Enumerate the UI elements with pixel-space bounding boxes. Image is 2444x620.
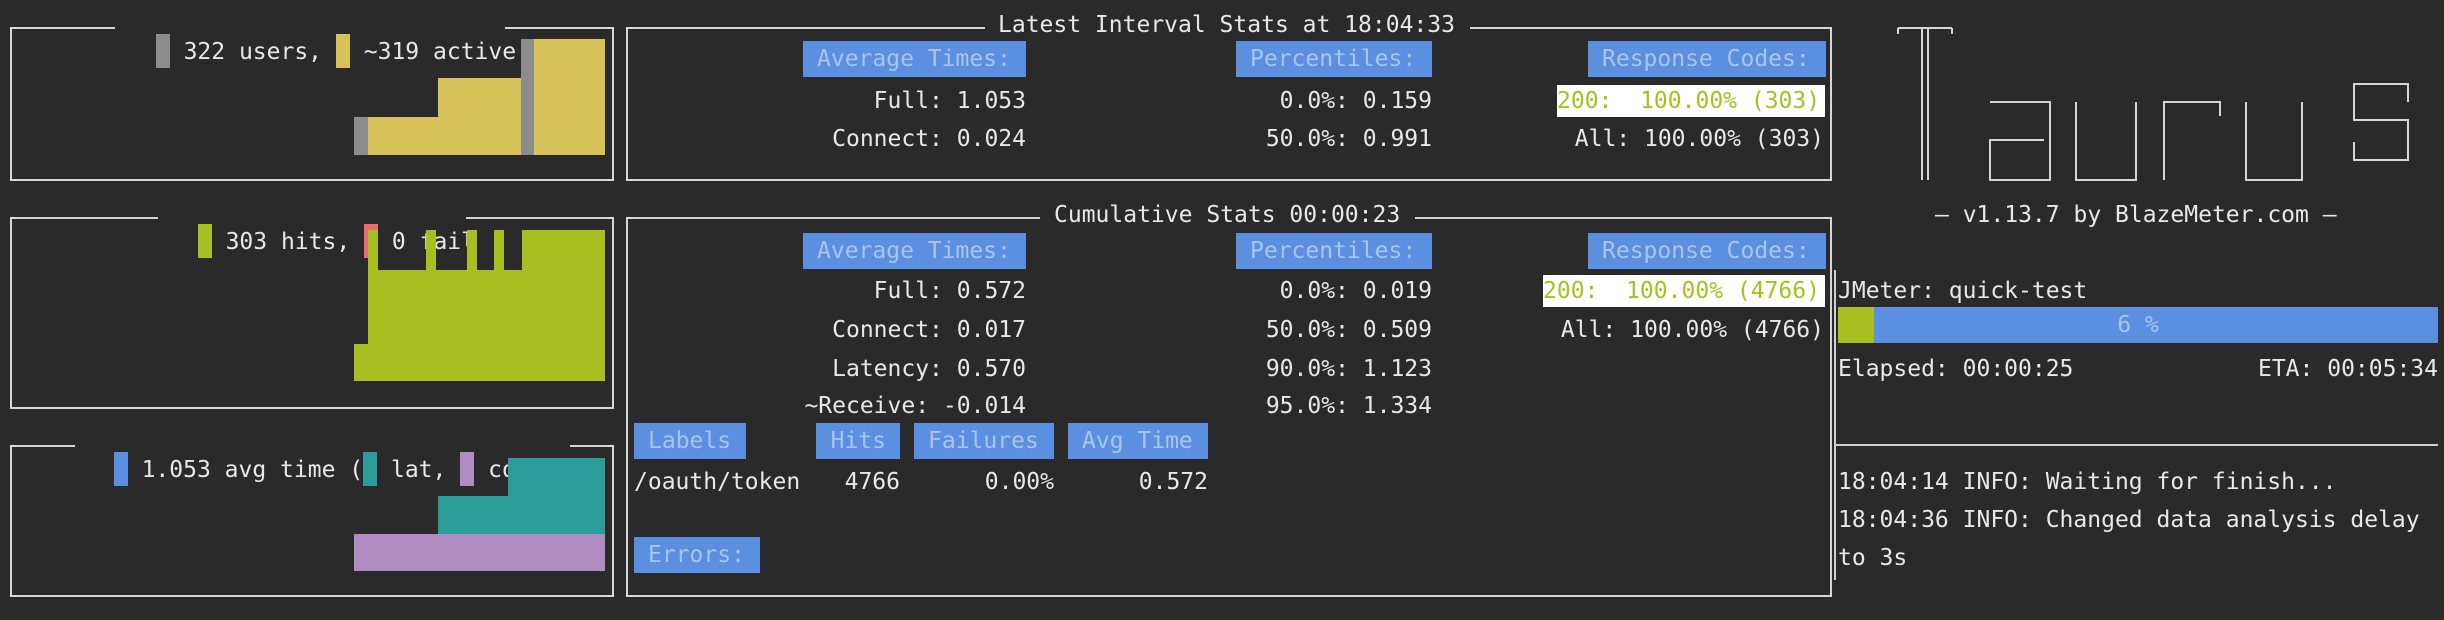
- table-row-failures: 0.00%: [984, 469, 1054, 495]
- executor-name: JMeter: quick-test: [1838, 278, 2088, 304]
- elapsed-time: Elapsed: 00:00:25: [1838, 356, 2074, 382]
- active-swatch: [335, 34, 350, 68]
- lat-bar: [438, 496, 605, 534]
- cumulative-avg-connect: Connect: 0.017: [832, 317, 1026, 343]
- cumulative-codes-header: Response Codes:: [1588, 233, 1826, 269]
- lat-swatch: [363, 452, 378, 486]
- log-divider: [1834, 444, 2438, 446]
- table-header-avg-time: Avg Time: [1068, 423, 1208, 459]
- table-row-avg-time: 0.572: [1138, 469, 1208, 495]
- avg-time: 1.053 avg time (: [141, 457, 364, 483]
- taurus-logo-art: [1897, 27, 2303, 181]
- cumulative-pct-header: Percentiles:: [1236, 233, 1432, 269]
- users-bar: [521, 39, 534, 155]
- hits-bar: [354, 344, 605, 381]
- cumulative-avg-full: Full: 0.572: [873, 278, 1026, 304]
- cumulative-title: Cumulative Stats 00:00:23: [1054, 202, 1401, 228]
- active-count: ~319 active: [363, 39, 517, 65]
- hits-bar: [494, 230, 504, 272]
- conn-bar: [354, 534, 605, 571]
- avg-swatch: [113, 452, 128, 486]
- active-bar: [534, 39, 605, 155]
- interval-pct-header: Percentiles:: [1236, 41, 1432, 77]
- times-legend: 1.053 avg time ( lat, conn): [86, 426, 557, 486]
- progress-text: 6 %: [2117, 312, 2159, 338]
- hits-count: 303 hits,: [225, 229, 351, 255]
- errors-header: Errors:: [634, 537, 760, 573]
- taurus-logo-s: [2353, 83, 2409, 161]
- sidebar-divider: [1834, 270, 1836, 580]
- cumulative-code-all: All: 100.00% (4766): [1560, 317, 1824, 343]
- table-header-hits: Hits: [816, 423, 900, 459]
- hits-swatch: [197, 224, 212, 258]
- log-line: to 3s: [1838, 545, 1908, 571]
- table-row-label: /oauth/token: [634, 469, 801, 495]
- users-legend: 322 users, ~319 active: [128, 8, 516, 68]
- hits-bar: [426, 230, 436, 272]
- cumulative-code-200: 200: 100.00% (4766): [1543, 275, 1825, 307]
- interval-title: Latest Interval Stats at 18:04:33: [998, 12, 1455, 38]
- table-header-labels: Labels: [634, 423, 746, 459]
- cumulative-avg-receive: ~Receive: -0.014: [804, 393, 1026, 419]
- hits-bar: [368, 230, 378, 272]
- hits-bar: [522, 230, 605, 272]
- interval-avg-full: Full: 1.053: [873, 88, 1026, 114]
- cumulative-pct-50: 50.0%: 0.509: [1265, 317, 1432, 343]
- table-row-hits: 4766: [844, 469, 900, 495]
- interval-code-200: 200: 100.00% (303): [1557, 85, 1825, 117]
- log-line: 18:04:36 INFO: Changed data analysis del…: [1838, 507, 2420, 533]
- cumulative-avg-header: Average Times:: [803, 233, 1026, 269]
- conn-swatch: [460, 452, 475, 486]
- active-bar: [368, 117, 438, 155]
- hits-bar: [368, 270, 605, 346]
- users-bar: [354, 117, 368, 155]
- cumulative-pct-90: 90.0%: 1.123: [1265, 356, 1432, 382]
- users-count: 322 users,: [183, 39, 323, 65]
- cumulative-pct-95: 95.0%: 1.334: [1265, 393, 1432, 419]
- interval-code-all: All: 100.00% (303): [1574, 126, 1824, 152]
- users-swatch: [155, 34, 170, 68]
- version-text: – v1.13.7 by BlazeMeter.com –: [1935, 202, 2337, 228]
- active-bar: [438, 78, 521, 155]
- cumulative-avg-latency: Latency: 0.570: [832, 356, 1026, 382]
- lat-label: lat,: [390, 457, 447, 483]
- table-header-failures: Failures: [914, 423, 1054, 459]
- cumulative-pct-0: 0.0%: 0.019: [1279, 278, 1432, 304]
- interval-codes-header: Response Codes:: [1588, 41, 1826, 77]
- lat-bar: [508, 458, 605, 496]
- progress-bar: 6 %: [1838, 307, 2438, 343]
- interval-pct-0: 0.0%: 0.159: [1279, 88, 1432, 114]
- interval-pct-50: 50.0%: 0.991: [1265, 126, 1432, 152]
- log-line: 18:04:14 INFO: Waiting for finish...: [1838, 469, 2337, 495]
- interval-avg-header: Average Times:: [803, 41, 1026, 77]
- hits-bar: [467, 230, 477, 272]
- interval-avg-connect: Connect: 0.024: [832, 126, 1026, 152]
- eta-time: ETA: 00:05:34: [2257, 356, 2438, 382]
